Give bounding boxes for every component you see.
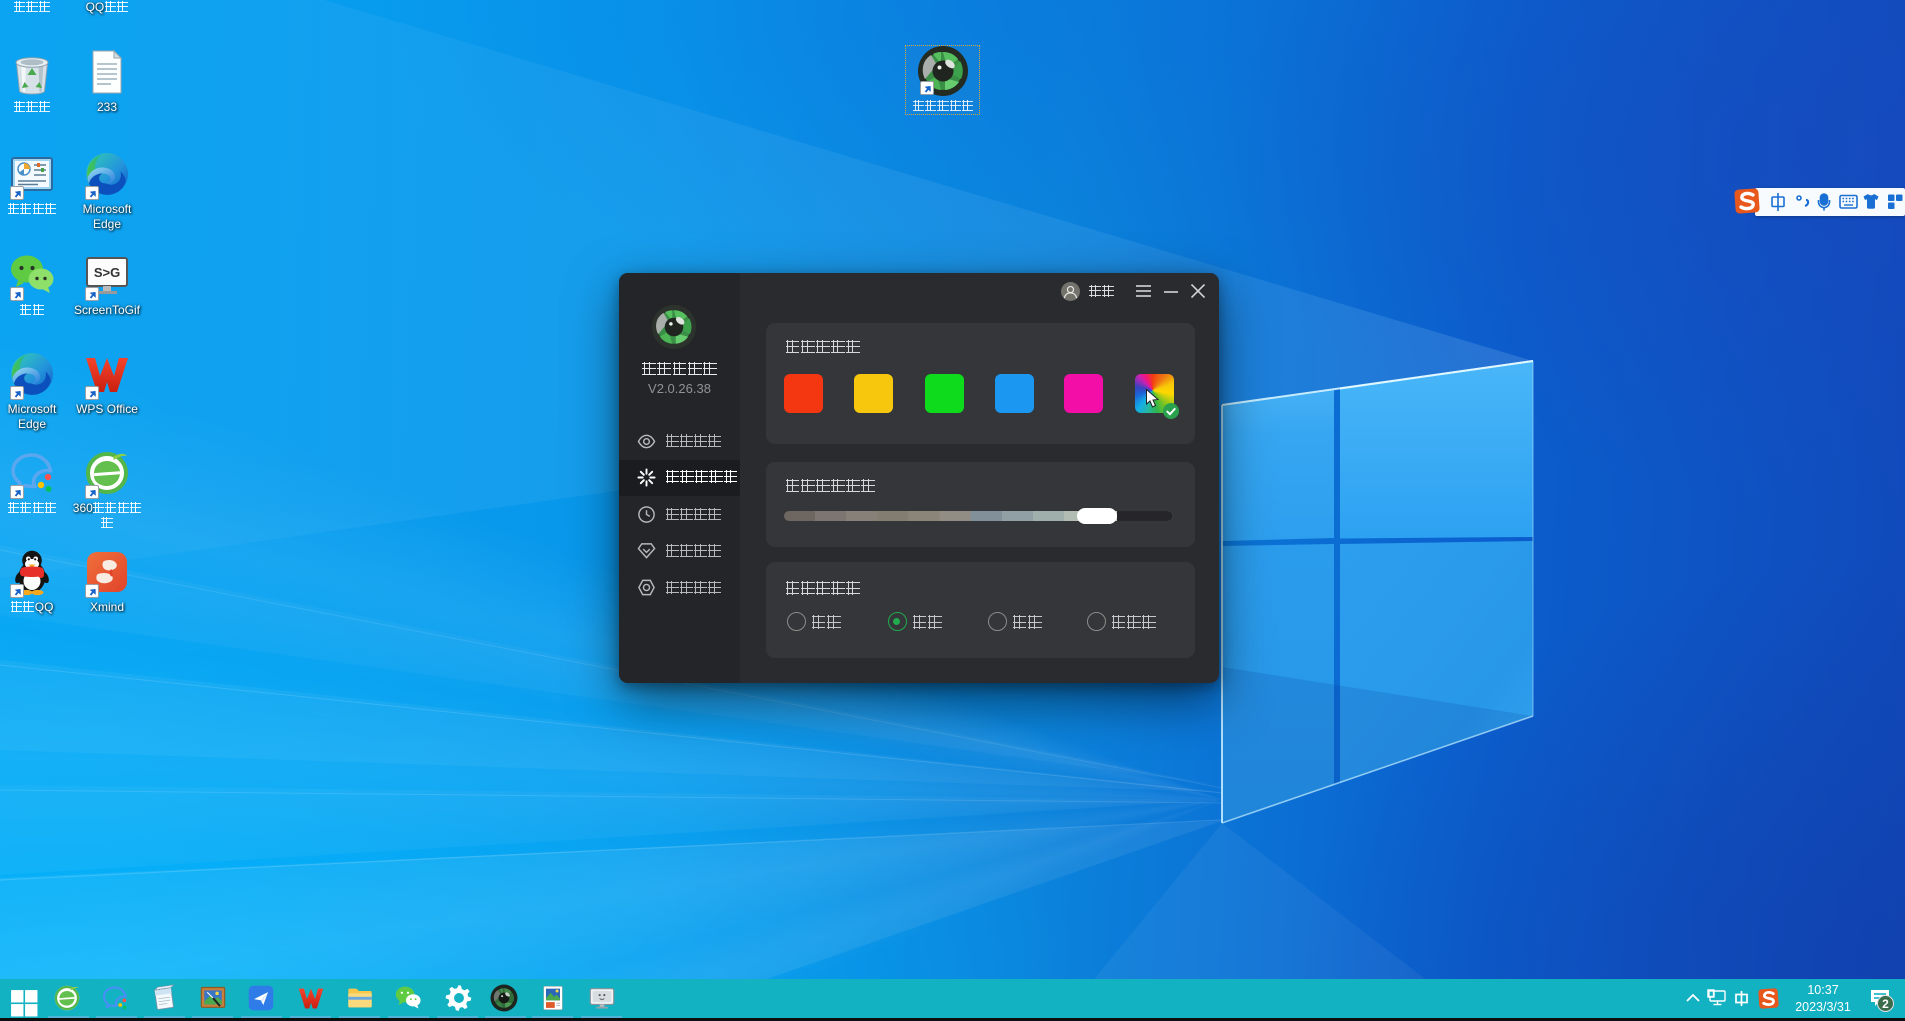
- svg-text:S>G: S>G: [94, 265, 120, 280]
